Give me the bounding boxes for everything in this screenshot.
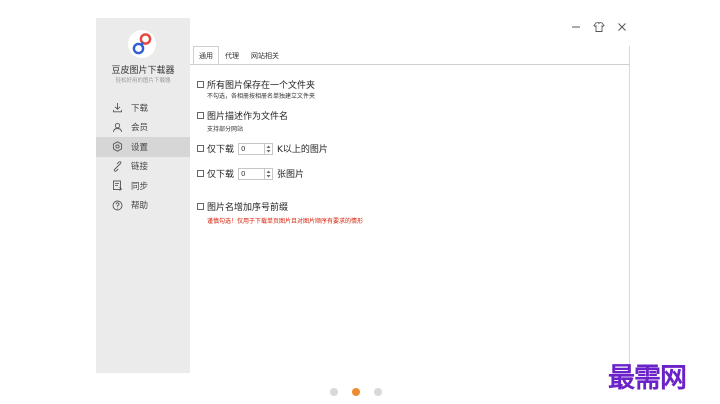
stepper-arrows-icon[interactable] [264, 168, 272, 179]
sidebar-item-settings[interactable]: 设置 [96, 137, 190, 157]
max-count-checkbox[interactable] [197, 170, 204, 177]
pager-dot-1[interactable] [330, 388, 338, 396]
desc-filename-label: 图片描述作为文件名 [207, 112, 289, 122]
download-icon [112, 102, 123, 113]
minimize-button[interactable] [570, 21, 582, 33]
option-desc-filename: 图片描述作为文件名 [197, 109, 288, 122]
tab-general[interactable]: 通用 [193, 46, 219, 65]
tab-site-related[interactable]: 网站相关 [245, 46, 285, 65]
close-button[interactable] [616, 21, 628, 33]
tab-proxy[interactable]: 代理 [219, 46, 245, 65]
min-size-checkbox[interactable] [197, 145, 204, 152]
option-seq-prefix: 图片名增加序号前缀 [197, 200, 288, 213]
link-icon [112, 160, 123, 172]
shirt-icon [593, 21, 605, 32]
sidebar-item-download[interactable]: 下载 [96, 98, 190, 118]
pager-dot-2[interactable] [352, 388, 360, 396]
single-folder-checkbox[interactable] [197, 81, 204, 88]
sidebar-item-label: 设置 [131, 142, 149, 153]
gear-icon [112, 141, 123, 152]
minimize-icon [572, 26, 580, 28]
max-count-suffix: 张图片 [277, 170, 305, 180]
option-single-folder: 所有图片保存在一个文件夹 [197, 78, 315, 91]
seq-prefix-warning: 谨慎勾选！仅用于下载单页图片且对图片顺序有要求的情形 [207, 218, 364, 225]
watermark-logo: 最需网 [608, 363, 687, 394]
seq-prefix-checkbox[interactable] [197, 203, 204, 210]
skin-button[interactable] [593, 21, 605, 33]
max-count-value: 0 [241, 169, 246, 178]
sidebar-nav: 下载 会员 设置 链接 同步 帮助 [96, 98, 190, 215]
min-size-suffix: K以上的图片 [277, 145, 328, 155]
app-subtitle: 轻松好用的图片下载器 [115, 78, 171, 84]
option-max-count: 仅下载 0 张图片 [197, 167, 304, 180]
pager-dot-3[interactable] [374, 388, 382, 396]
option-min-size: 仅下载 0 K以上的图片 [197, 142, 328, 155]
min-size-prefix: 仅下载 [207, 145, 235, 155]
seq-prefix-label: 图片名增加序号前缀 [207, 203, 289, 213]
sidebar-item-label: 链接 [131, 162, 149, 173]
close-icon [618, 23, 626, 31]
sidebar-item-link[interactable]: 链接 [96, 157, 190, 177]
settings-tabs: 通用 代理 网站相关 [193, 46, 285, 65]
settings-panel: 通用 代理 网站相关 所有图片保存在一个文件夹 不勾选，各相册按相册名单独建立文… [190, 46, 630, 373]
sidebar-item-help[interactable]: 帮助 [96, 196, 190, 216]
sidebar-item-member[interactable]: 会员 [96, 118, 190, 138]
app-title: 豆皮图片下载器 [111, 66, 175, 76]
sidebar-item-label: 会员 [131, 123, 149, 134]
sync-icon [112, 180, 123, 192]
sidebar-item-label: 下载 [131, 103, 149, 114]
sidebar-item-label: 帮助 [131, 201, 149, 212]
sidebar: 豆皮图片下载器 轻松好用的图片下载器 下载 会员 设置 链接 同步 帮助 [96, 18, 190, 373]
app-logo-icon [128, 30, 156, 58]
tab-divider [190, 64, 630, 65]
help-icon [112, 200, 123, 211]
sidebar-item-sync[interactable]: 同步 [96, 176, 190, 196]
min-size-stepper[interactable]: 0 [238, 142, 274, 155]
single-folder-note: 不勾选，各相册按相册名单独建立文件夹 [207, 93, 316, 100]
max-count-stepper[interactable]: 0 [238, 167, 274, 180]
app-window: 豆皮图片下载器 轻松好用的图片下载器 下载 会员 设置 链接 同步 帮助 通用 … [96, 18, 636, 373]
user-icon [112, 122, 123, 133]
stepper-arrows-icon[interactable] [264, 143, 272, 154]
desc-filename-checkbox[interactable] [197, 112, 204, 119]
sidebar-item-label: 同步 [131, 181, 149, 192]
min-size-value: 0 [241, 144, 246, 153]
desc-filename-note: 支持部分网站 [207, 126, 244, 133]
single-folder-label: 所有图片保存在一个文件夹 [207, 81, 316, 91]
max-count-prefix: 仅下载 [207, 170, 235, 180]
pager-dots [330, 388, 382, 396]
